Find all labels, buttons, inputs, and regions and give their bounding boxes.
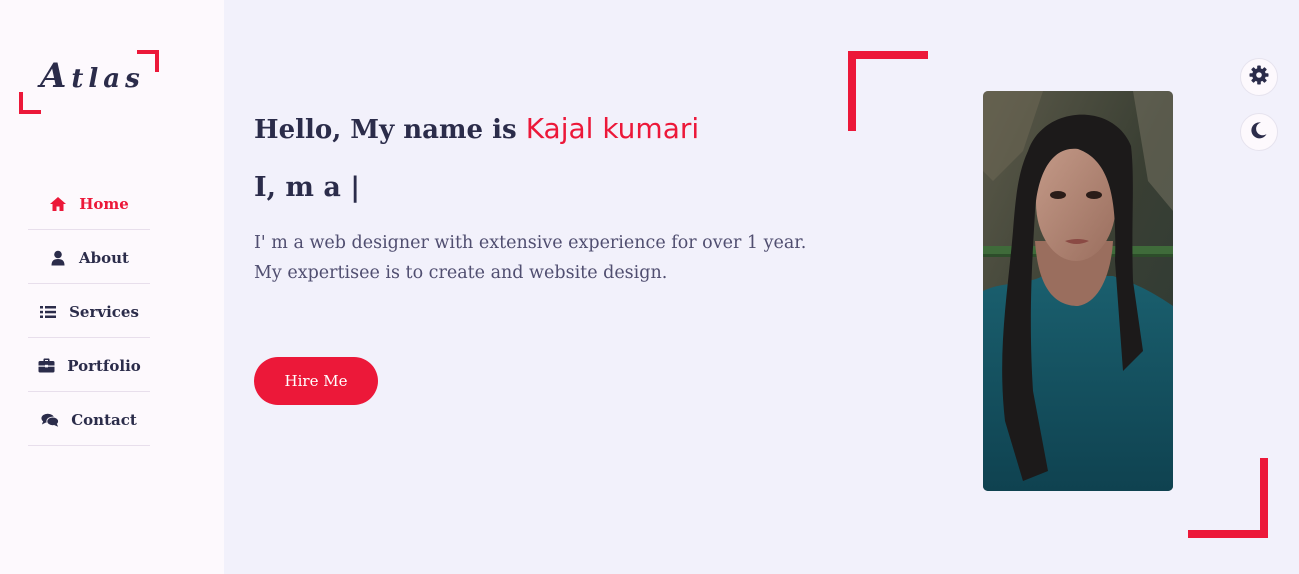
user-icon <box>49 250 67 266</box>
home-section: Hello, My name is Kajal kumari I, m a | … <box>224 0 1299 574</box>
theme-toggle-button[interactable] <box>1240 113 1278 151</box>
comments-icon <box>41 412 60 428</box>
nav-item-contact[interactable]: Contact <box>28 392 150 446</box>
photo-frame-top-left <box>848 51 928 131</box>
logo-corner-bottom-left <box>19 92 41 114</box>
logo[interactable]: Atlas <box>18 48 160 114</box>
settings-button[interactable] <box>1240 58 1278 96</box>
nav-item-portfolio[interactable]: Portfolio <box>28 338 150 392</box>
main-nav: Home About Services Portfolio Contact <box>28 176 150 446</box>
nav-label-portfolio: Portfolio <box>67 356 141 375</box>
nav-item-services[interactable]: Services <box>28 284 150 338</box>
gear-icon <box>1249 65 1269 89</box>
sidebar: Atlas Home About Services Portfolio Cont… <box>0 0 224 574</box>
nav-label-services: Services <box>69 302 139 321</box>
hero-greeting: Hello, My name is Kajal kumari <box>254 112 699 145</box>
hero-role: I, m a | <box>254 172 361 203</box>
profile-photo <box>983 91 1173 491</box>
nav-label-about: About <box>79 248 129 267</box>
logo-first-letter: A <box>40 56 72 96</box>
greeting-text: Hello, My name is <box>254 115 517 145</box>
briefcase-icon <box>37 358 55 374</box>
hire-me-button[interactable]: Hire Me <box>254 357 378 405</box>
nav-item-home[interactable]: Home <box>28 176 150 230</box>
list-icon <box>39 304 57 320</box>
logo-text: Atlas <box>40 56 145 96</box>
nav-label-contact: Contact <box>71 410 137 429</box>
nav-item-about[interactable]: About <box>28 230 150 284</box>
hero-description: I' m a web designer with extensive exper… <box>254 233 807 283</box>
nav-label-home: Home <box>79 194 129 213</box>
photo-frame-bottom-right <box>1188 458 1268 538</box>
moon-icon <box>1250 121 1268 143</box>
logo-rest: tlas <box>71 64 145 94</box>
home-icon <box>49 196 67 212</box>
hero-name: Kajal kumari <box>525 112 700 145</box>
